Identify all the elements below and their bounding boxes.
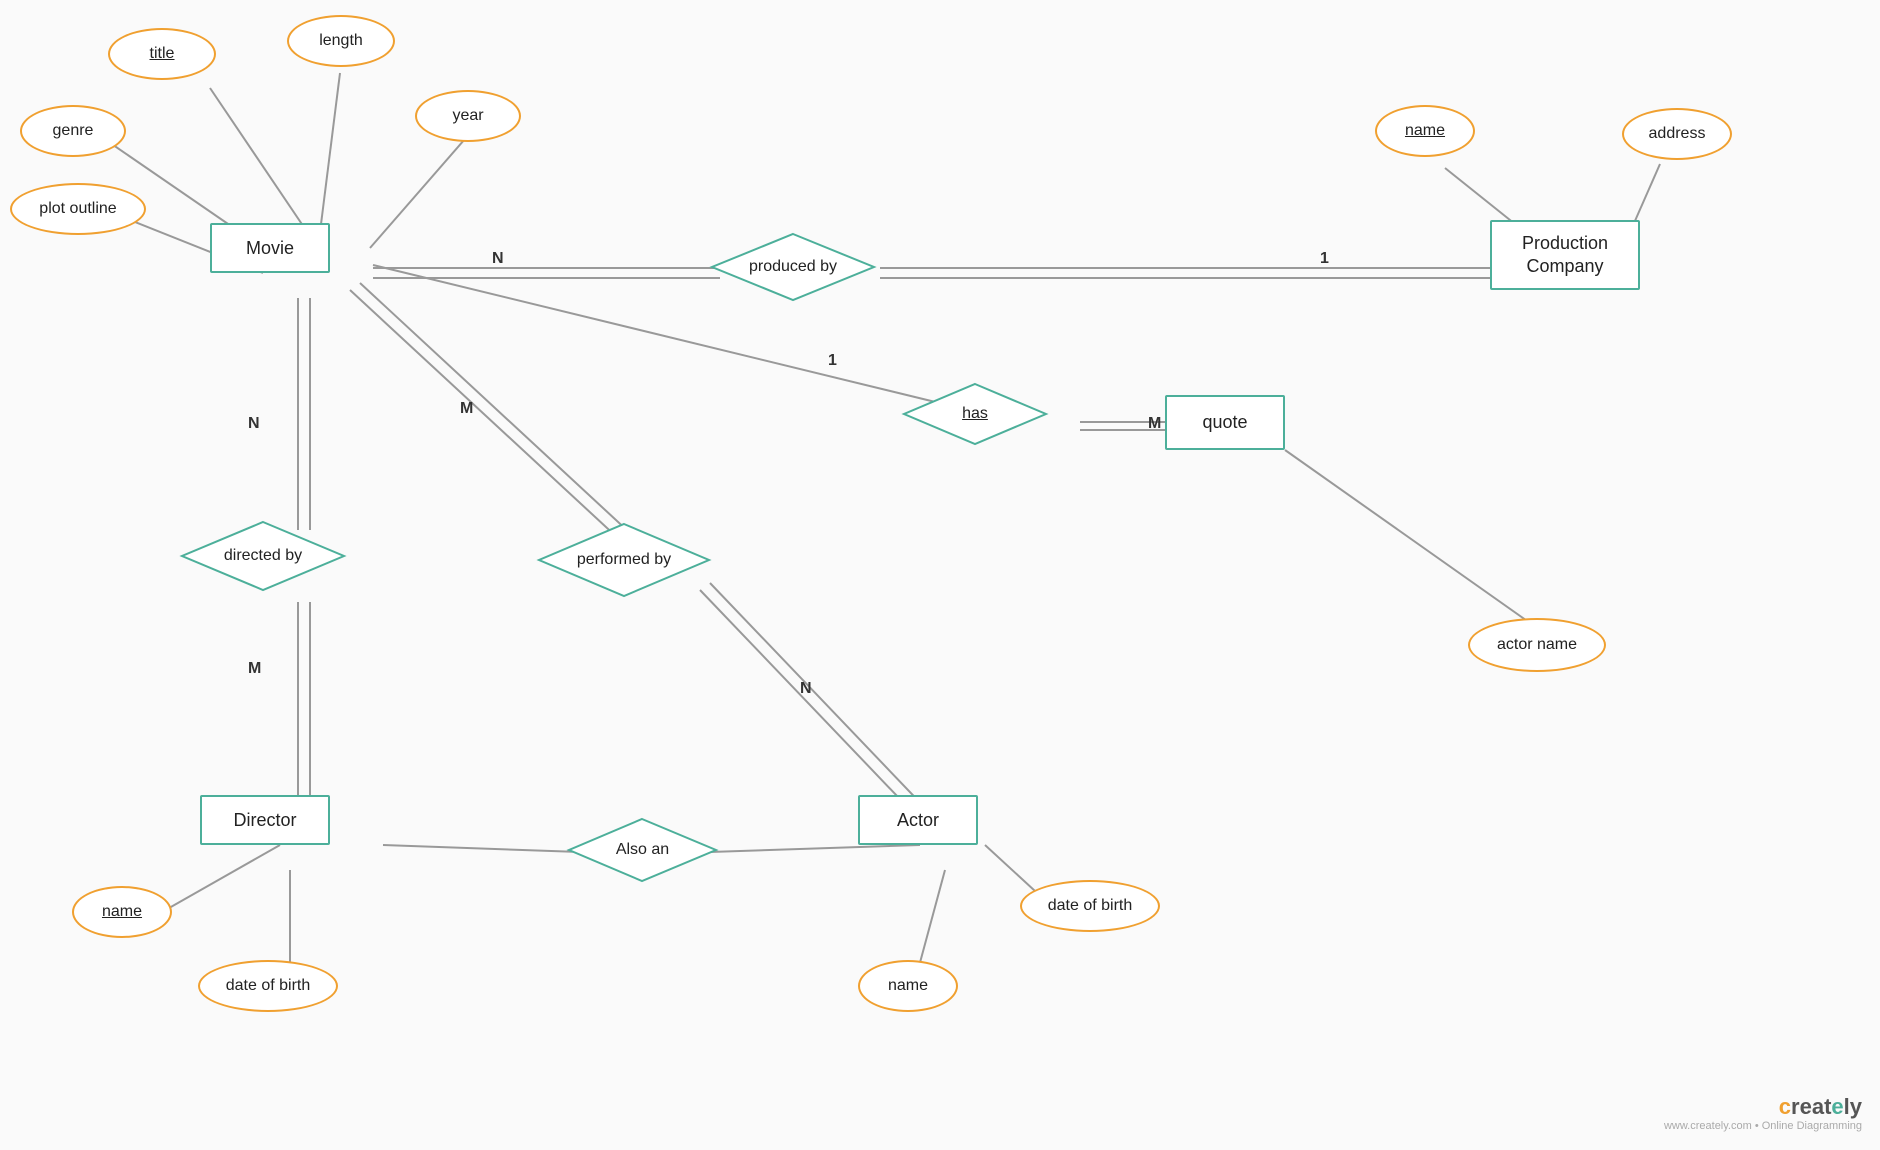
er-diagram: Movie ProductionCompany Director Actor q…	[0, 0, 1880, 1150]
relationship-performed-by: performed by	[535, 520, 713, 600]
attribute-title: title	[108, 28, 216, 80]
cardinality-movie-performed-m: M	[460, 400, 473, 418]
attribute-prod-name: name	[1375, 105, 1475, 157]
relationship-also-an: Also an	[565, 815, 720, 885]
attribute-actor-name2: name	[858, 960, 958, 1012]
watermark-url: www.creately.com • Online Diagramming	[1664, 1120, 1862, 1132]
entity-movie: Movie	[210, 223, 330, 273]
cardinality-movie-has-1: 1	[828, 352, 837, 370]
attribute-length: length	[287, 15, 395, 67]
cardinality-movie-directed-n: N	[248, 415, 260, 433]
entity-director: Director	[200, 795, 330, 845]
relationship-produced-by: produced by	[708, 230, 878, 304]
cardinality-directed-director-m: M	[248, 660, 261, 678]
attribute-genre: genre	[20, 105, 126, 157]
cardinality-movie-produced-n: N	[492, 250, 504, 268]
attribute-prod-address: address	[1622, 108, 1732, 160]
attribute-plot-outline: plot outline	[10, 183, 146, 235]
attribute-actor-name: actor name	[1468, 618, 1606, 672]
watermark: creately www.creately.com • Online Diagr…	[1664, 1094, 1862, 1132]
cardinality-performed-actor-n: N	[800, 680, 812, 698]
entity-quote: quote	[1165, 395, 1285, 450]
entity-production-company: ProductionCompany	[1490, 220, 1640, 290]
attribute-director-name: name	[72, 886, 172, 938]
entity-actor: Actor	[858, 795, 978, 845]
attribute-actor-dob: date of birth	[1020, 880, 1160, 932]
relationship-directed-by: directed by	[178, 518, 348, 594]
relationship-has: has	[900, 380, 1050, 448]
attribute-year: year	[415, 90, 521, 142]
cardinality-produced-company-1: 1	[1320, 250, 1329, 268]
attribute-director-dob: date of birth	[198, 960, 338, 1012]
cardinality-quote-has-m: M	[1148, 415, 1161, 433]
